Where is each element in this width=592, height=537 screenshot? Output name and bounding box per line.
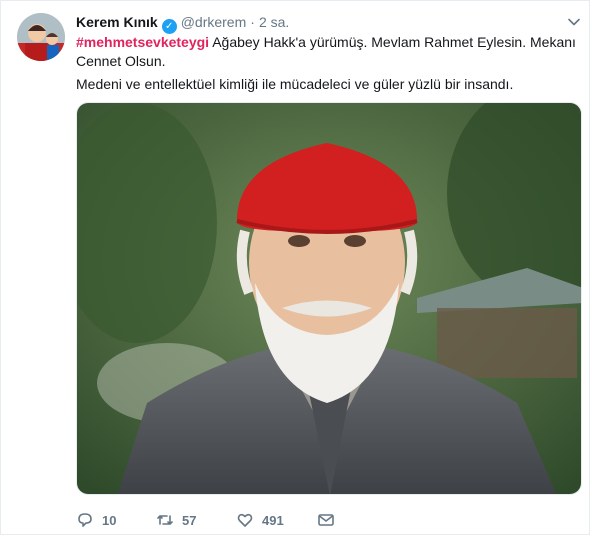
tweet-header: Kerem Kınık ✓ @drkerem · 2 sa. — [76, 13, 289, 34]
hashtag-link[interactable]: #mehmetsevketeygi — [76, 34, 209, 50]
retweet-count: 57 — [182, 512, 197, 528]
chevron-down-icon[interactable] — [567, 15, 581, 29]
author-handle[interactable]: @drkerem — [181, 14, 247, 30]
portrait-photo — [77, 103, 581, 494]
verified-badge-icon: ✓ — [161, 19, 177, 34]
avatar-image — [17, 13, 65, 61]
heart-icon — [237, 513, 253, 527]
like-count: 491 — [262, 512, 284, 528]
reply-icon — [78, 513, 92, 527]
retweet-icon — [157, 515, 173, 525]
tweet-text: #mehmetsevketeygi Ağabey Hakk'a yürümüş.… — [76, 33, 576, 94]
tweet-photo[interactable] — [76, 102, 582, 495]
separator-dot: · — [250, 14, 255, 30]
author-name[interactable]: Kerem Kınık — [76, 14, 158, 30]
like-button[interactable]: 491 — [236, 511, 284, 529]
tweet-timestamp[interactable]: 2 sa. — [259, 14, 289, 30]
avatar[interactable] — [17, 13, 65, 61]
reply-count: 10 — [102, 512, 117, 528]
retweet-button[interactable]: 57 — [156, 511, 196, 529]
reply-button[interactable]: 10 — [76, 511, 116, 529]
tweet-text-line-2: Medeni ve entellektüel kimliği ile mücad… — [76, 76, 514, 92]
tweet-text-line-1: #mehmetsevketeygi Ağabey Hakk'a yürümüş.… — [76, 33, 576, 71]
envelope-icon — [318, 514, 334, 526]
tweet-card[interactable]: Kerem Kınık ✓ @drkerem · 2 sa. #mehmetsevket… — [0, 0, 590, 535]
direct-message-button[interactable] — [317, 511, 343, 529]
tweet-actions: 10 57 491 — [76, 511, 576, 531]
